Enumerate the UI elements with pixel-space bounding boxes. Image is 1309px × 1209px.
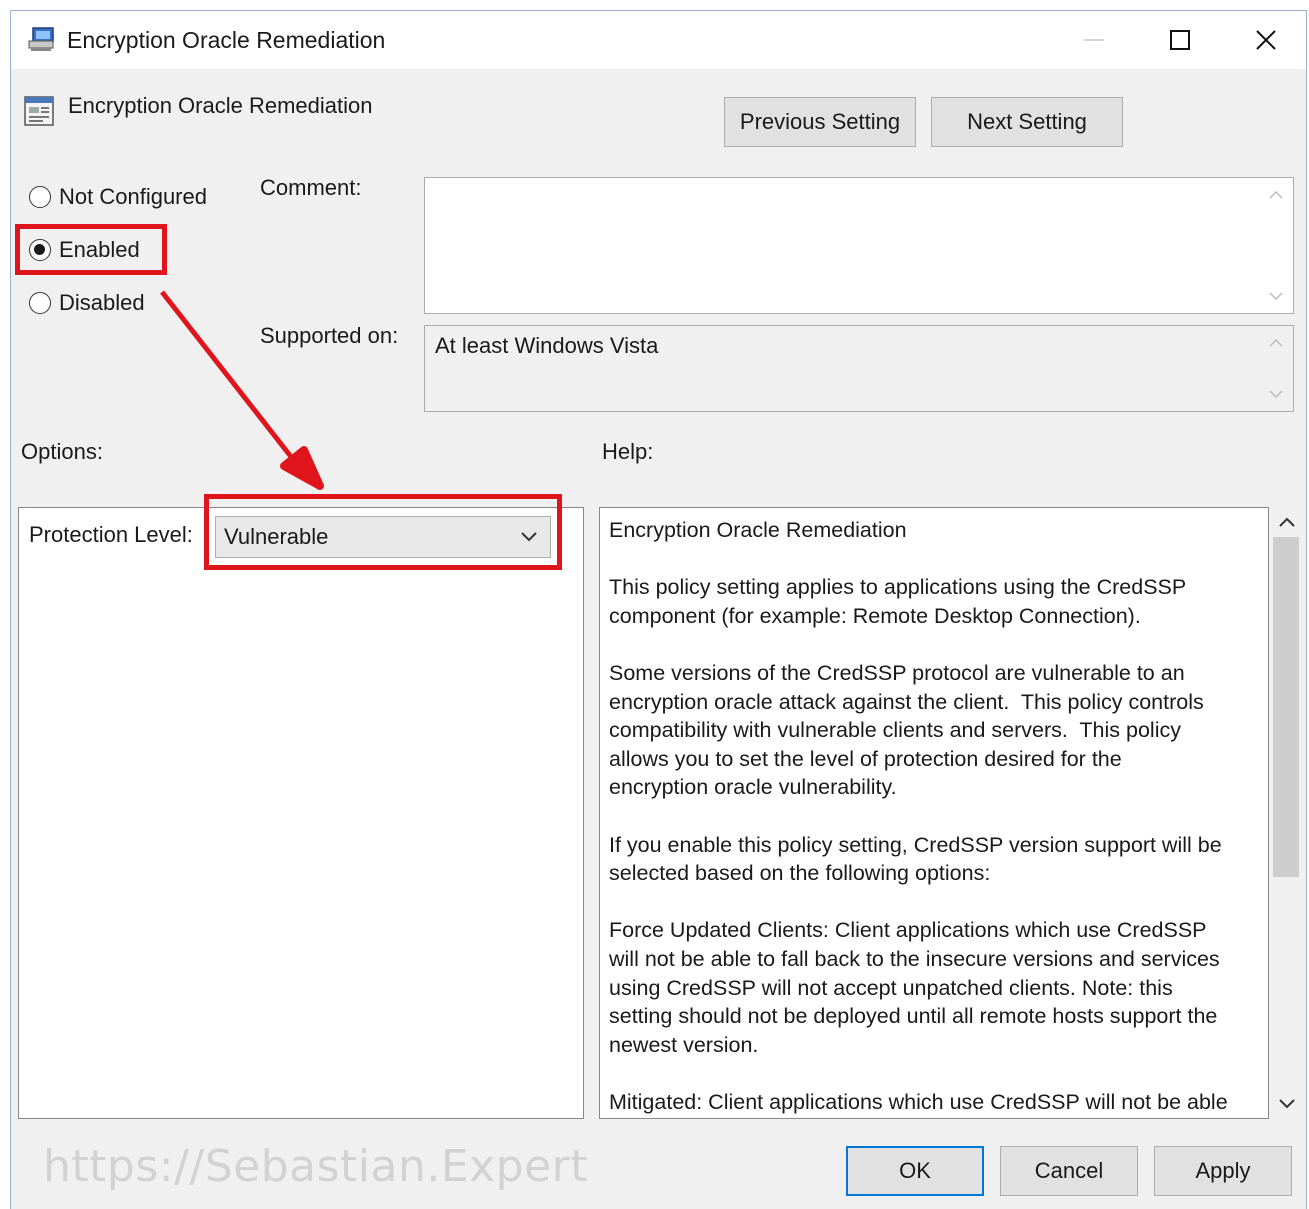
help-label: Help: — [602, 439, 654, 464]
cancel-button[interactable]: Cancel — [1000, 1146, 1138, 1196]
scroll-down-icon[interactable] — [1259, 283, 1293, 309]
minimize-button[interactable] — [1051, 11, 1137, 69]
supported-on-field: At least Windows Vista — [424, 325, 1294, 412]
policy-computer-icon — [28, 27, 54, 51]
scroll-down-icon[interactable] — [1259, 381, 1293, 407]
setting-name: Encryption Oracle Remediation — [68, 93, 373, 118]
help-panel: Encryption Oracle Remediation This polic… — [599, 507, 1269, 1119]
minimize-icon — [1084, 39, 1104, 41]
ok-button[interactable]: OK — [846, 1146, 984, 1196]
radio-disabled[interactable]: Disabled — [29, 289, 145, 317]
help-text: Encryption Oracle Remediation This polic… — [609, 518, 1228, 1114]
comment-label: Comment: — [260, 175, 362, 200]
radio-circle[interactable] — [29, 292, 51, 314]
supported-scrollbar[interactable] — [1259, 326, 1293, 411]
apply-button[interactable]: Apply — [1154, 1146, 1292, 1196]
watermark: https://Sebastian.Expert — [43, 1141, 589, 1192]
scroll-up-icon[interactable] — [1259, 330, 1293, 356]
comment-scrollbar[interactable] — [1259, 178, 1293, 313]
radio-circle[interactable] — [29, 186, 51, 208]
maximize-button[interactable] — [1137, 11, 1223, 69]
scrollbar-thumb[interactable] — [1273, 537, 1299, 877]
radio-not-configured[interactable]: Not Configured — [29, 183, 207, 211]
scroll-up-icon[interactable] — [1259, 182, 1293, 208]
window-title: Encryption Oracle Remediation — [67, 27, 386, 53]
previous-setting-button[interactable]: Previous Setting — [724, 97, 916, 147]
comment-textarea[interactable] — [424, 177, 1294, 314]
next-setting-button[interactable]: Next Setting — [931, 97, 1123, 147]
maximize-icon — [1170, 30, 1190, 50]
close-icon — [1256, 30, 1276, 50]
title-bar: Encryption Oracle Remediation — [11, 11, 1306, 69]
radio-label: Not Configured — [59, 184, 207, 209]
policy-setting-icon — [24, 96, 54, 126]
policy-dialog: Encryption Oracle Remediation Encryption… — [10, 10, 1307, 1209]
supported-on-label: Supported on: — [260, 323, 399, 348]
options-panel: Protection Level: Vulnerable — [18, 507, 584, 1119]
scroll-up-icon[interactable] — [1278, 515, 1296, 533]
protection-level-label: Protection Level: — [29, 522, 193, 547]
dropdown-highlight-box — [204, 494, 562, 570]
radio-label: Disabled — [59, 290, 145, 315]
options-label: Options: — [21, 439, 103, 464]
close-button[interactable] — [1223, 11, 1309, 69]
help-scrollbar[interactable] — [1269, 507, 1305, 1119]
scroll-down-icon[interactable] — [1278, 1097, 1296, 1115]
supported-on-value: At least Windows Vista — [435, 333, 659, 358]
enabled-highlight-box — [15, 224, 167, 275]
